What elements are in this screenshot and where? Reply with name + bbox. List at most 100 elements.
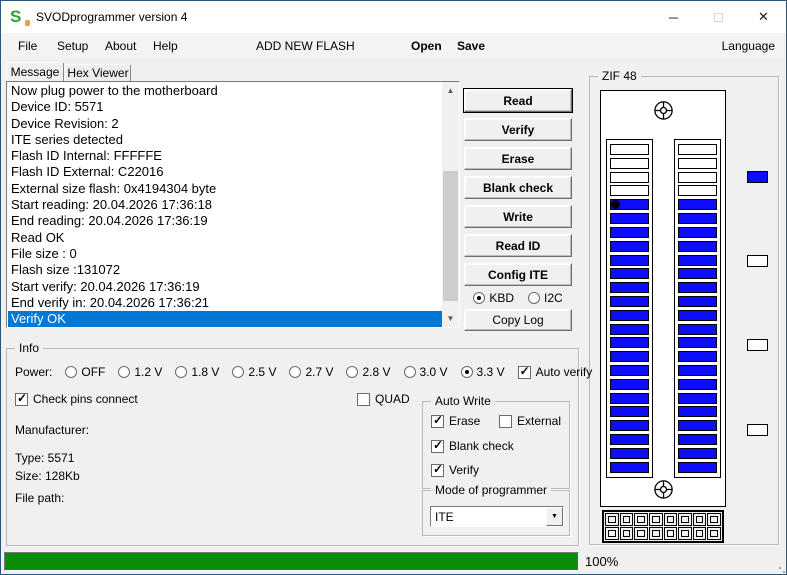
resize-grip-icon[interactable] — [771, 559, 781, 569]
menu-file[interactable]: File — [18, 39, 37, 53]
radio-label: KBD — [489, 291, 514, 305]
action-button-read[interactable]: Read — [464, 89, 572, 112]
action-button-blank-check[interactable]: Blank check — [464, 176, 572, 199]
menu-save[interactable]: Save — [457, 39, 485, 53]
copy-log-button[interactable]: Copy Log — [464, 309, 572, 331]
power-radio-3.3v[interactable]: 3.3 V — [460, 365, 505, 379]
log-line[interactable]: File size : 0 — [8, 246, 442, 262]
scroll-down-icon[interactable]: ▼ — [442, 310, 459, 327]
action-button-write[interactable]: Write — [464, 205, 572, 228]
pin-slot — [678, 185, 717, 197]
radio-label: 1.2 V — [134, 365, 163, 379]
log-line[interactable]: Flash ID Internal: FFFFFE — [8, 148, 442, 164]
power-radio-2.5v[interactable]: 2.5 V — [232, 365, 276, 379]
log-line[interactable]: Device Revision: 2 — [8, 116, 442, 132]
pin-slot — [610, 392, 649, 404]
menu-open[interactable]: Open — [411, 39, 442, 53]
radio-icon — [403, 366, 416, 378]
log-line[interactable]: Device ID: 5571 — [8, 99, 442, 115]
erase-checkbox[interactable]: Erase — [431, 413, 480, 428]
chevron-down-icon[interactable]: ▼ — [546, 507, 563, 526]
interface-radio-i2c[interactable]: I2C — [528, 291, 563, 305]
close-button[interactable]: ✕ — [741, 1, 786, 33]
power-radio-1.8v[interactable]: 1.8 V — [175, 365, 219, 379]
log-line[interactable]: Flash ID External: C22016 — [8, 164, 442, 180]
pin-slot — [678, 434, 717, 446]
power-radio-2.8v[interactable]: 2.8 V — [346, 365, 391, 379]
menu-add-new-flash[interactable]: ADD NEW FLASH — [256, 39, 355, 53]
log-line[interactable]: Start verify: 20.04.2026 17:36:19 — [8, 279, 442, 295]
blank-check-checkbox[interactable]: Blank check — [431, 438, 514, 453]
quad-checkbox[interactable]: QUAD — [357, 392, 410, 406]
power-radio-off[interactable]: OFF — [65, 365, 105, 379]
check-pins-connect-checkbox[interactable]: Check pins connect — [15, 391, 138, 406]
menu-help[interactable]: Help — [153, 39, 178, 53]
maximize-button[interactable]: ◻ — [696, 1, 741, 33]
log-line[interactable]: End verify in: 20.04.2026 17:36:21 — [8, 295, 442, 311]
power-radio-2.7v[interactable]: 2.7 V — [289, 365, 333, 379]
external-checkbox[interactable]: External — [499, 414, 561, 428]
log-line[interactable]: External size flash: 0x4194304 byte — [8, 181, 442, 197]
pin-slot — [678, 378, 717, 390]
pin-slot — [610, 240, 649, 252]
tab-message[interactable]: Message — [6, 62, 64, 81]
manufacturer-label: Manufacturer: — [15, 423, 90, 437]
connector-pin — [707, 513, 721, 526]
log-line[interactable]: Flash size :131072 — [8, 262, 442, 278]
power-radio-1.2v[interactable]: 1.2 V — [118, 365, 162, 379]
log-line[interactable]: Start reading: 20.04.2026 17:36:18 — [8, 197, 442, 213]
scrollbar-thumb[interactable] — [443, 171, 458, 301]
menu-setup[interactable]: Setup — [57, 39, 88, 53]
mode-combobox[interactable]: ITE ▼ — [430, 506, 564, 527]
auto-write-panel: Auto Write Erase External Blank check Ve… — [422, 394, 570, 489]
connector-pin-inner — [710, 530, 718, 537]
pin-slot — [610, 282, 649, 294]
log-line[interactable]: End reading: 20.04.2026 17:36:19 — [8, 213, 442, 229]
pin-slot — [678, 213, 717, 225]
checkbox-icon — [431, 438, 444, 453]
log-line[interactable]: Verify OK — [8, 311, 442, 327]
log-line[interactable]: ITE series detected — [8, 132, 442, 148]
message-log-panel[interactable]: Now plug power to the motherboard Device … — [6, 81, 460, 328]
connector-pin — [692, 527, 707, 540]
checkbox-icon — [499, 414, 512, 428]
power-radio-3.0v[interactable]: 3.0 V — [403, 365, 448, 379]
pin-slot — [678, 309, 717, 321]
connector-pin — [634, 527, 648, 540]
radio-icon — [528, 292, 540, 304]
menu-language[interactable]: Language — [722, 39, 775, 53]
action-button-verify[interactable]: Verify — [464, 118, 572, 141]
action-button-config-ite[interactable]: Config ITE — [464, 263, 572, 286]
radio-icon — [118, 366, 131, 378]
auto-verify-checkbox[interactable]: Auto verify — [517, 364, 592, 379]
pin-slot — [610, 323, 649, 335]
progress-percent-label: 100% — [585, 554, 619, 569]
log-line[interactable]: Now plug power to the motherboard — [8, 83, 442, 99]
action-button-erase[interactable]: Erase — [464, 147, 572, 170]
log-scrollbar[interactable]: ▲ ▼ — [442, 82, 459, 327]
radio-label: OFF — [81, 365, 106, 379]
pin-slot — [610, 226, 649, 238]
connector-pin — [619, 513, 634, 526]
pin-slot — [610, 420, 649, 432]
connector-pin-inner — [681, 516, 689, 523]
interface-radio-kbd[interactable]: KBD — [473, 291, 514, 305]
connector-pin-inner — [681, 530, 689, 537]
checkbox-icon — [15, 391, 28, 406]
scroll-up-icon[interactable]: ▲ — [442, 82, 459, 99]
pin-slot — [610, 406, 649, 418]
zif-legend — [747, 77, 769, 544]
pin-slot — [610, 295, 649, 307]
radio-label: I2C — [544, 291, 563, 305]
pin-column — [606, 139, 653, 478]
pin-slot — [610, 378, 649, 390]
action-button-read-id[interactable]: Read ID — [464, 234, 572, 257]
verify-checkbox[interactable]: Verify — [431, 462, 479, 477]
pin-slot — [678, 295, 717, 307]
minimize-button[interactable]: ─ — [651, 1, 696, 33]
app-icon-dot — [25, 20, 30, 26]
connector-pin — [678, 513, 692, 526]
menu-about[interactable]: About — [105, 39, 136, 53]
tab-hex-viewer[interactable]: Hex Viewer — [65, 64, 131, 81]
log-line[interactable]: Read OK — [8, 230, 442, 246]
